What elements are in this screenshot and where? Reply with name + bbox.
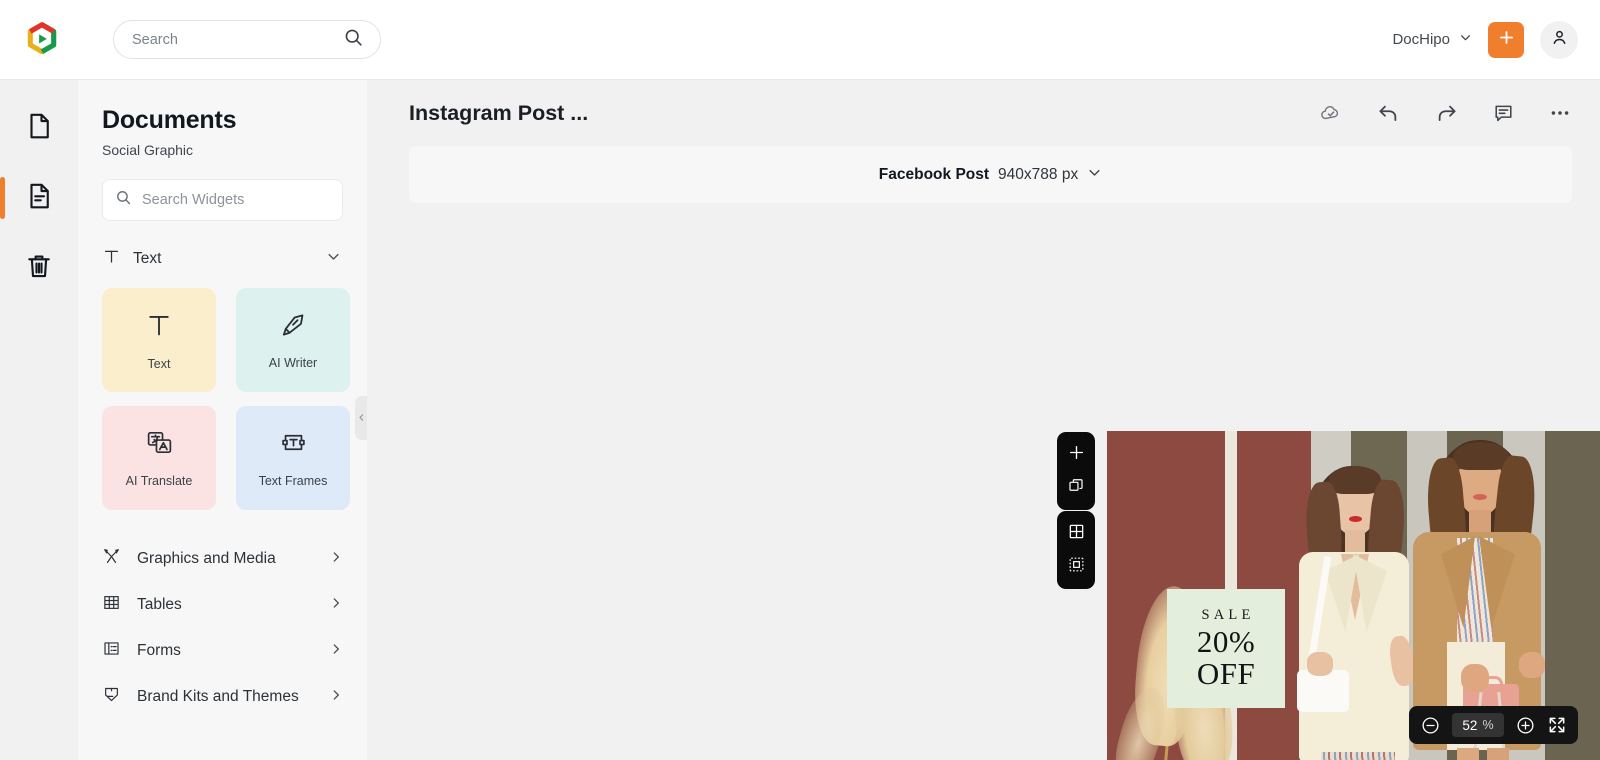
chevron-right-icon <box>329 642 343 661</box>
account-avatar[interactable] <box>1540 20 1578 59</box>
chevron-right-icon <box>329 688 343 707</box>
page-tools-stack <box>1057 432 1095 510</box>
top-bar: DocHipo <box>0 0 1600 80</box>
workspace-selector[interactable]: DocHipo <box>1392 31 1472 48</box>
dochipo-logo-icon[interactable] <box>24 21 60 58</box>
text-t-icon <box>102 247 121 271</box>
category-graphics-and-media[interactable]: Graphics and Media <box>102 536 343 582</box>
widget-search[interactable] <box>102 179 343 221</box>
zoom-in-button[interactable] <box>1515 715 1536 736</box>
tile-label: Text Frames <box>258 474 328 488</box>
category-forms[interactable]: Forms <box>102 628 343 674</box>
tile-label: AI Writer <box>268 356 318 370</box>
global-search[interactable] <box>113 20 381 59</box>
zoom-input[interactable]: 52 % <box>1452 713 1504 737</box>
page-icon <box>24 111 54 146</box>
zoom-controls: 52 % <box>1409 706 1578 744</box>
widget-category-list: Graphics and Media Tables Forms Brand Ki… <box>102 536 343 720</box>
grid-layout-button[interactable] <box>1057 517 1095 550</box>
brand-kit-icon <box>102 685 121 709</box>
search-widgets-input[interactable] <box>142 192 330 208</box>
tile-label: Text <box>147 356 171 371</box>
search-icon <box>115 189 132 211</box>
translate-icon <box>145 428 174 462</box>
category-label: Tables <box>137 596 182 613</box>
document-lines-icon <box>24 181 54 216</box>
layout-tools-stack <box>1057 511 1095 589</box>
chevron-right-icon <box>329 596 343 615</box>
chevron-down-icon <box>1459 31 1472 48</box>
plus-icon <box>1497 28 1516 52</box>
table-grid-icon <box>102 593 121 617</box>
tile-label: AI Translate <box>125 474 193 488</box>
size-preset-name: Facebook Post <box>878 165 990 183</box>
plus-icon <box>1067 443 1086 467</box>
discount-value: 20% <box>1196 624 1256 660</box>
sidebar-item-widgets[interactable] <box>0 170 67 226</box>
category-label: Brand Kits and Themes <box>137 688 299 705</box>
category-brand-kits-and-themes[interactable]: Brand Kits and Themes <box>102 674 343 720</box>
discount-word: OFF <box>1196 656 1256 691</box>
editor-area: Instagram Post ... Facebook Post 940x788… <box>367 80 1600 760</box>
shapes-icon <box>102 547 121 571</box>
chevron-down-icon <box>1087 165 1102 185</box>
widgets-panel: Documents Social Graphic Text <box>78 80 367 760</box>
chevron-left-icon <box>357 409 366 427</box>
grid-icon <box>1067 522 1086 546</box>
chevron-down-icon <box>326 249 341 269</box>
category-label: Forms <box>137 642 181 659</box>
sidebar-item-pages[interactable] <box>11 100 67 156</box>
category-label: Graphics and Media <box>137 550 276 567</box>
create-new-button[interactable] <box>1488 21 1524 58</box>
top-bar-right: DocHipo <box>1392 20 1578 59</box>
group-label: Text <box>133 250 162 267</box>
user-icon <box>1550 28 1569 52</box>
widget-tile-text[interactable]: Text <box>102 288 216 392</box>
crop-select-button[interactable] <box>1057 550 1095 583</box>
comment-icon[interactable] <box>1492 102 1515 125</box>
cloud-check-icon[interactable] <box>1319 101 1343 125</box>
canvas-area: SALE 20% OFF www.websitename.com <box>367 203 1600 760</box>
text-frame-icon <box>279 428 308 462</box>
widget-tile-text-frames[interactable]: Text Frames <box>236 406 350 510</box>
pen-nib-icon <box>279 310 308 344</box>
trash-icon <box>24 251 54 286</box>
panel-collapse-handle[interactable] <box>355 396 367 440</box>
fullscreen-button[interactable] <box>1547 715 1567 735</box>
widget-tile-ai-translate[interactable]: AI Translate <box>102 406 216 510</box>
zoom-out-button[interactable] <box>1420 715 1441 736</box>
document-title[interactable]: Instagram Post ... <box>409 101 588 126</box>
canvas-size-selector[interactable]: Facebook Post 940x788 px <box>409 146 1572 203</box>
marquee-select-icon <box>1067 555 1086 579</box>
chevron-right-icon <box>329 550 343 569</box>
zoom-unit: % <box>1482 718 1494 732</box>
document-actions <box>1319 101 1572 126</box>
category-tables[interactable]: Tables <box>102 582 343 628</box>
sale-label: SALE <box>1201 607 1255 624</box>
ellipsis-icon[interactable] <box>1548 101 1572 125</box>
size-dimensions: 940x788 px <box>998 165 1079 183</box>
redo-arrow-icon[interactable] <box>1434 101 1459 126</box>
widget-tile-ai-writer[interactable]: AI Writer <box>236 288 350 392</box>
workspace-label: DocHipo <box>1392 31 1450 48</box>
widget-group-text[interactable]: Text <box>102 247 343 271</box>
text-t-icon <box>144 310 174 345</box>
add-page-button[interactable] <box>1057 438 1095 471</box>
search-icon <box>343 27 364 53</box>
body-row: Documents Social Graphic Text <box>0 80 1600 760</box>
left-rail <box>0 80 78 760</box>
dochipo-editor-app: DocHipo <box>0 0 1600 760</box>
duplicate-icon <box>1067 476 1085 499</box>
undo-arrow-icon[interactable] <box>1376 101 1401 126</box>
form-icon <box>102 639 121 663</box>
sidebar-item-trash[interactable] <box>11 240 67 296</box>
duplicate-page-button[interactable] <box>1057 471 1095 504</box>
page-title: Documents <box>102 106 237 134</box>
panel-subtitle: Social Graphic <box>102 142 194 158</box>
document-header: Instagram Post ... <box>367 80 1600 146</box>
zoom-value: 52 <box>1462 717 1478 733</box>
widget-tile-grid: Text AI Writer AI Translate Text Frames <box>102 288 350 510</box>
sale-badge: SALE 20% OFF <box>1167 589 1285 708</box>
search-input[interactable] <box>132 31 343 48</box>
